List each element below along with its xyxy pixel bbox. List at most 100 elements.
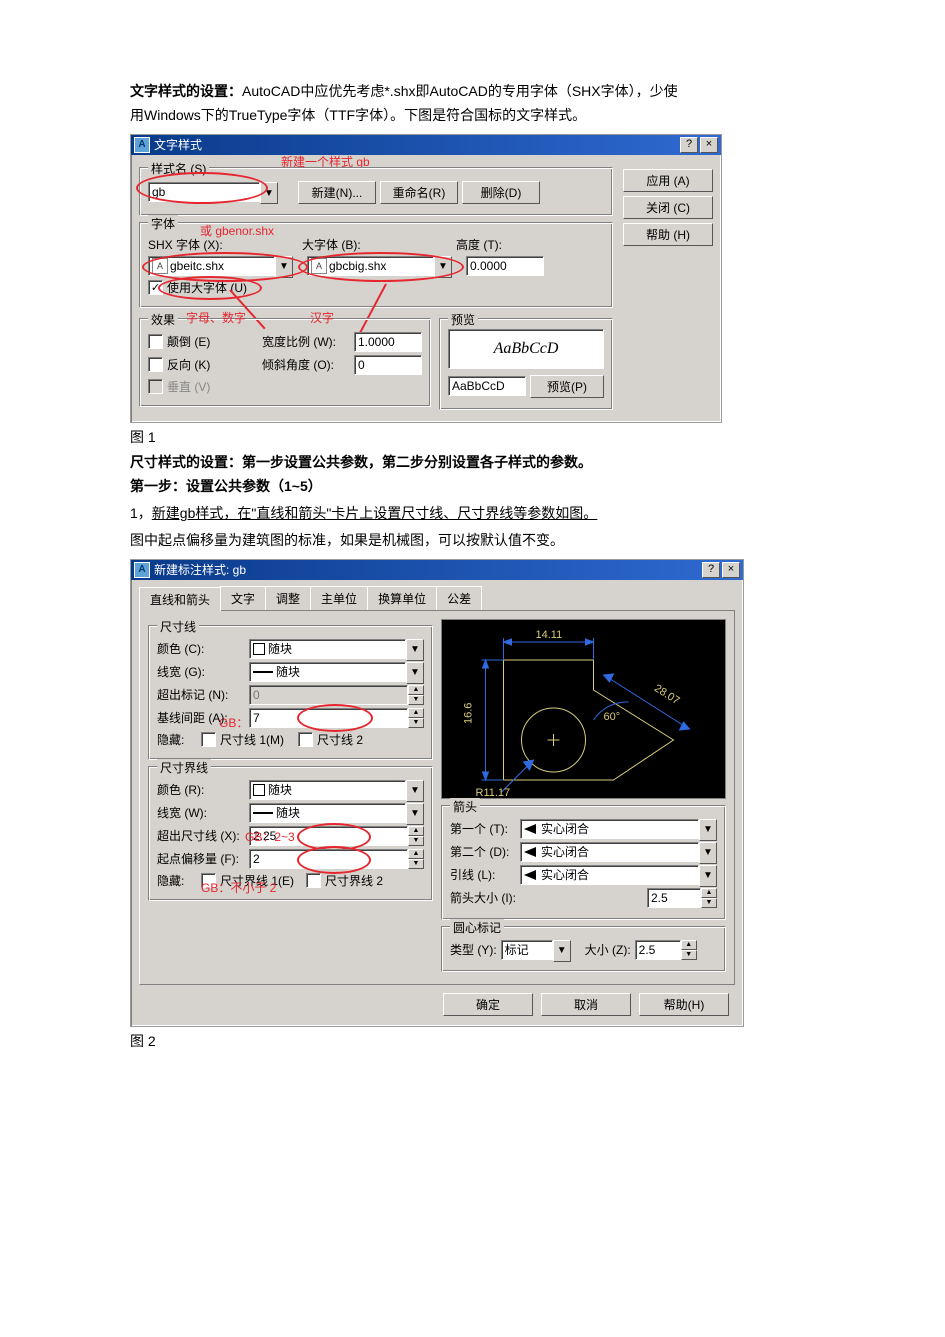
center-type-label: 类型 (Y): [450,941,497,958]
cancel-button[interactable]: 取消 [541,993,631,1016]
bigfont-label: 大字体 (B): [302,236,452,253]
tab-page-lines-arrows: 尺寸线 颜色 (C): 随块 ▼ 线宽 (G): [139,611,735,985]
help-button[interactable]: 帮助 (H) [623,223,713,246]
tab-tolerance[interactable]: 公差 [436,586,482,610]
chevron-down-icon[interactable]: ▼ [699,842,717,864]
delete-button[interactable]: 删除(D) [462,181,540,204]
rename-button[interactable]: 重命名(R) [380,181,458,204]
bigfont-combo[interactable]: Agbcbig.shx ▼ [307,256,452,276]
chevron-down-icon[interactable]: ▼ [406,803,424,825]
dl-color-combo[interactable]: 随块 ▼ [249,639,424,659]
spin-down-icon[interactable]: ▼ [701,898,717,908]
apply-button[interactable]: 应用 (A) [623,169,713,192]
el-beyond-spinner[interactable]: 2.25 ▲▼ [249,826,424,846]
text-style-dialog: A 文字样式 ? × 新建一个样式 gb 样式名 (S) [130,134,722,423]
new-button[interactable]: 新建(N)... [298,181,376,204]
style-name-value: gb [152,185,165,199]
figure2-caption: 图 2 [130,1030,835,1054]
dialog1-close-icon[interactable]: × [700,137,718,153]
group-style-name-legend: 样式名 (S) [148,160,209,177]
spin-up-icon: ▲ [408,685,424,695]
group-extline-legend: 尺寸界线 [157,759,211,776]
lineweight-icon [253,671,273,673]
preview-input[interactable]: AaBbCcD [448,376,526,396]
chevron-down-icon[interactable]: ▼ [406,780,424,802]
height-input[interactable]: 0.0000 [466,256,544,276]
chevron-down-icon[interactable]: ▼ [406,639,424,661]
byblock-color-swatch [253,784,265,796]
arrow-size-spinner[interactable]: 2.5 ▲▼ [647,888,717,908]
backward-checkbox[interactable]: 反向 (K) [148,356,258,373]
group-style-name: 样式名 (S) gb ▼ 新建(N)... 重命名(R) 删除(D) [139,167,613,216]
width-factor-input[interactable]: 1.0000 [354,332,422,352]
dl-lw-label: 线宽 (G): [157,663,245,680]
dl-hide1-checkbox[interactable]: 尺寸线 1(M) [201,731,284,748]
chevron-down-icon[interactable]: ▼ [553,940,571,962]
spin-down-icon[interactable]: ▼ [408,859,424,869]
group-font-legend: 字体 [148,215,178,232]
shx-icon: A [311,258,327,274]
el-lw-combo[interactable]: 随块 ▼ [249,803,424,823]
close-button[interactable]: 关闭 (C) [623,196,713,219]
style-name-combo[interactable]: gb ▼ [148,182,278,202]
el-offset-spinner[interactable]: 2 ▲▼ [249,849,424,869]
oblique-label: 倾斜角度 (O): [262,356,350,373]
spin-down-icon[interactable]: ▼ [408,836,424,846]
arrow1-combo[interactable]: 实心闭合 ▼ [520,819,717,839]
dialog1-titlebar: A 文字样式 ? × [131,135,721,155]
spin-down-icon[interactable]: ▼ [681,950,697,960]
spin-down-icon[interactable]: ▼ [408,718,424,728]
dialog2-close-icon[interactable]: × [722,562,740,578]
dim-setup-line-b: 第一步：设置公共参数（1~5） [130,475,835,499]
el-hide1-checkbox[interactable]: 尺寸界线 1(E) [201,872,294,889]
spin-up-icon[interactable]: ▲ [408,826,424,836]
height-label: 高度 (T): [456,236,544,253]
tab-primary[interactable]: 主单位 [310,586,368,610]
arrow2-combo[interactable]: 实心闭合 ▼ [520,842,717,862]
preview-dim-left: 16.6 [463,702,475,723]
dim-setup-line-d: 图中起点偏移量为建筑图的标准，如果是机械图，可以按默认值不变。 [130,529,835,553]
chevron-down-icon[interactable]: ▼ [434,256,452,278]
intro-line2: 用Windows下的TrueType字体（TTF字体）。下图是符合国标的文字样式… [130,107,586,123]
oblique-input[interactable]: 0 [354,355,422,375]
center-type-combo[interactable]: 标记 ▼ [501,940,571,960]
spin-up-icon[interactable]: ▲ [408,849,424,859]
help-button[interactable]: 帮助(H) [639,993,729,1016]
chevron-down-icon[interactable]: ▼ [406,662,424,684]
dl-exttick-label: 超出标记 (N): [157,686,245,703]
dl-hide2-checkbox[interactable]: 尺寸线 2 [298,731,363,748]
ok-button[interactable]: 确定 [443,993,533,1016]
dim-setup-line-a: 尺寸样式的设置：第一步设置公共参数，第二步分别设置各子样式的参数。 [130,451,835,475]
chevron-down-icon[interactable]: ▼ [275,256,293,278]
checkbox-icon [298,732,313,747]
dimstyle-dialog: A 新建标注样式: gb ? × 直线和箭头 文字 调整 主单位 换算单位 公差 [130,559,744,1027]
center-size-spinner[interactable]: 2.5 ▲▼ [635,940,697,960]
el-offset-label: 起点偏移量 (F): [157,850,245,867]
chevron-down-icon[interactable]: ▼ [260,182,278,204]
dialog2-help-icon[interactable]: ? [702,562,720,578]
use-bigfont-checkbox[interactable]: ✓ 使用大字体 (U) [148,279,247,296]
dl-lw-combo[interactable]: 随块 ▼ [249,662,424,682]
chevron-down-icon[interactable]: ▼ [699,819,717,841]
dl-baseline-spinner[interactable]: 7 ▲▼ [249,708,424,728]
upside-checkbox[interactable]: 颠倒 (E) [148,333,258,350]
leader-combo[interactable]: 实心闭合 ▼ [520,865,717,885]
tab-alternate[interactable]: 换算单位 [367,586,437,610]
spin-up-icon[interactable]: ▲ [701,888,717,898]
checkbox-icon [148,334,163,349]
shx-font-combo[interactable]: Agbeitc.shx ▼ [148,256,293,276]
leader-label: 引线 (L): [450,866,516,883]
dialog1-help-icon[interactable]: ? [680,137,698,153]
arrow2-label: 第二个 (D): [450,843,516,860]
vertical-checkbox: 垂直 (V) [148,378,258,395]
chevron-down-icon[interactable]: ▼ [699,865,717,887]
tab-fit[interactable]: 调整 [265,586,311,610]
spin-up-icon[interactable]: ▲ [408,708,424,718]
spin-up-icon[interactable]: ▲ [681,940,697,950]
tab-lines-arrows[interactable]: 直线和箭头 [139,587,221,611]
anno-hanzi: 汉字 [310,309,334,326]
tab-text[interactable]: 文字 [220,586,266,610]
preview-button[interactable]: 预览(P) [530,375,604,398]
el-hide2-checkbox[interactable]: 尺寸界线 2 [306,872,383,889]
el-color-combo[interactable]: 随块 ▼ [249,780,424,800]
